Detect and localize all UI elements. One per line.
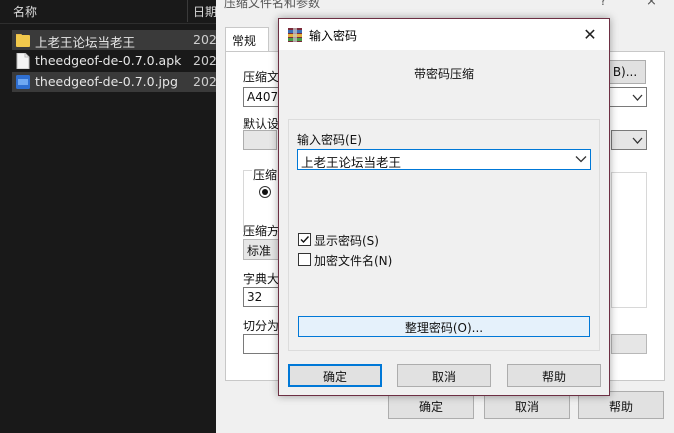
format-radio[interactable] — [259, 186, 271, 198]
column-date-header[interactable]: 日期 — [193, 3, 217, 20]
file-name: theedgeof-de-0.7.0.jpg — [35, 74, 178, 89]
close-title-button[interactable]: × — [646, 0, 657, 9]
help-button-label: 帮助 — [541, 370, 566, 384]
column-header: 名称 日期 — [0, 0, 220, 24]
help-button[interactable]: 帮助 — [507, 364, 601, 387]
cancel-button[interactable]: 取消 — [397, 364, 491, 387]
column-divider[interactable] — [187, 0, 188, 22]
encrypt-filenames-checkbox[interactable] — [298, 253, 311, 266]
file-explorer: 名称 日期 上老王论坛当老王 2020 theedgeof-de-0.7.0.a… — [0, 0, 220, 433]
help-title-button[interactable]: ? — [600, 0, 606, 8]
archive-cancel-label: 取消 — [514, 400, 539, 414]
method-select[interactable]: 标准 — [243, 239, 279, 260]
cancel-button-label: 取消 — [431, 370, 456, 384]
encrypt-filenames-label[interactable]: 加密文件名(N) — [314, 252, 392, 269]
tab-general[interactable]: 常规 — [225, 27, 269, 52]
archive-help-label: 帮助 — [608, 400, 633, 414]
password-combobox[interactable]: 上老王论坛当老王 — [297, 149, 591, 170]
tab-general-label: 常规 — [232, 34, 257, 48]
dictionary-value: 32 — [247, 290, 263, 304]
archive-ok-label: 确定 — [418, 400, 443, 414]
show-password-label[interactable]: 显示密码(S) — [314, 232, 379, 249]
archive-name-label: 压缩文 — [243, 70, 280, 84]
dictionary-label: 字典大 — [243, 272, 280, 286]
chevron-down-icon — [632, 94, 643, 101]
dialog-titlebar[interactable]: 输入密码 ✕ — [279, 19, 609, 50]
ok-button[interactable]: 确定 — [288, 364, 382, 387]
winrar-icon — [288, 28, 302, 42]
enter-password-label: 输入密码(E) — [297, 133, 362, 147]
method-value: 标准 — [247, 244, 272, 258]
chevron-down-icon — [632, 137, 643, 144]
file-row-jpg[interactable]: theedgeof-de-0.7.0.jpg 2020 — [12, 72, 220, 92]
profiles-button[interactable] — [243, 130, 277, 150]
chevron-down-icon[interactable] — [575, 153, 587, 165]
browse-button-label: B)... — [612, 65, 638, 79]
column-name-header[interactable]: 名称 — [13, 3, 37, 20]
dialog-heading: 带密码压缩 — [413, 67, 474, 81]
document-icon — [16, 53, 30, 69]
file-name: theedgeof-de-0.7.0.apk — [35, 53, 182, 68]
split-label: 切分为 — [243, 319, 280, 333]
show-password-checkbox[interactable] — [298, 233, 311, 246]
ok-button-label: 确定 — [322, 370, 347, 384]
dialog-title: 输入密码 — [309, 29, 358, 43]
method-label: 压缩方 — [243, 224, 280, 238]
dictionary-select[interactable]: 32 — [243, 287, 279, 307]
folder-icon — [16, 34, 30, 47]
file-row-apk[interactable]: theedgeof-de-0.7.0.apk 2020 — [12, 51, 220, 71]
split-volumes-input[interactable] — [243, 334, 279, 354]
dialog-title: 压缩文件名和参数 — [224, 0, 321, 10]
options-group — [611, 172, 647, 308]
browse-button[interactable]: B)... — [604, 60, 646, 84]
update-mode-select[interactable] — [611, 130, 647, 150]
organize-passwords-label: 整理密码(O)... — [404, 321, 484, 335]
set-password-area[interactable] — [611, 334, 647, 354]
password-value: 上老王论坛当老王 — [301, 155, 402, 170]
checkmark-icon — [300, 236, 310, 244]
enter-password-dialog: 输入密码 ✕ 带密码压缩 输入密码(E) 上老王论坛当老王 显示密码(S) 加密… — [278, 18, 610, 396]
organize-passwords-button[interactable]: 整理密码(O)... — [298, 316, 590, 337]
format-group-label: 压缩 — [252, 166, 279, 183]
file-row-folder[interactable]: 上老王论坛当老王 2020 — [12, 30, 220, 50]
jpg-image-icon — [16, 75, 30, 89]
file-name: 上老王论坛当老王 — [35, 35, 136, 50]
close-icon[interactable]: ✕ — [576, 22, 604, 48]
